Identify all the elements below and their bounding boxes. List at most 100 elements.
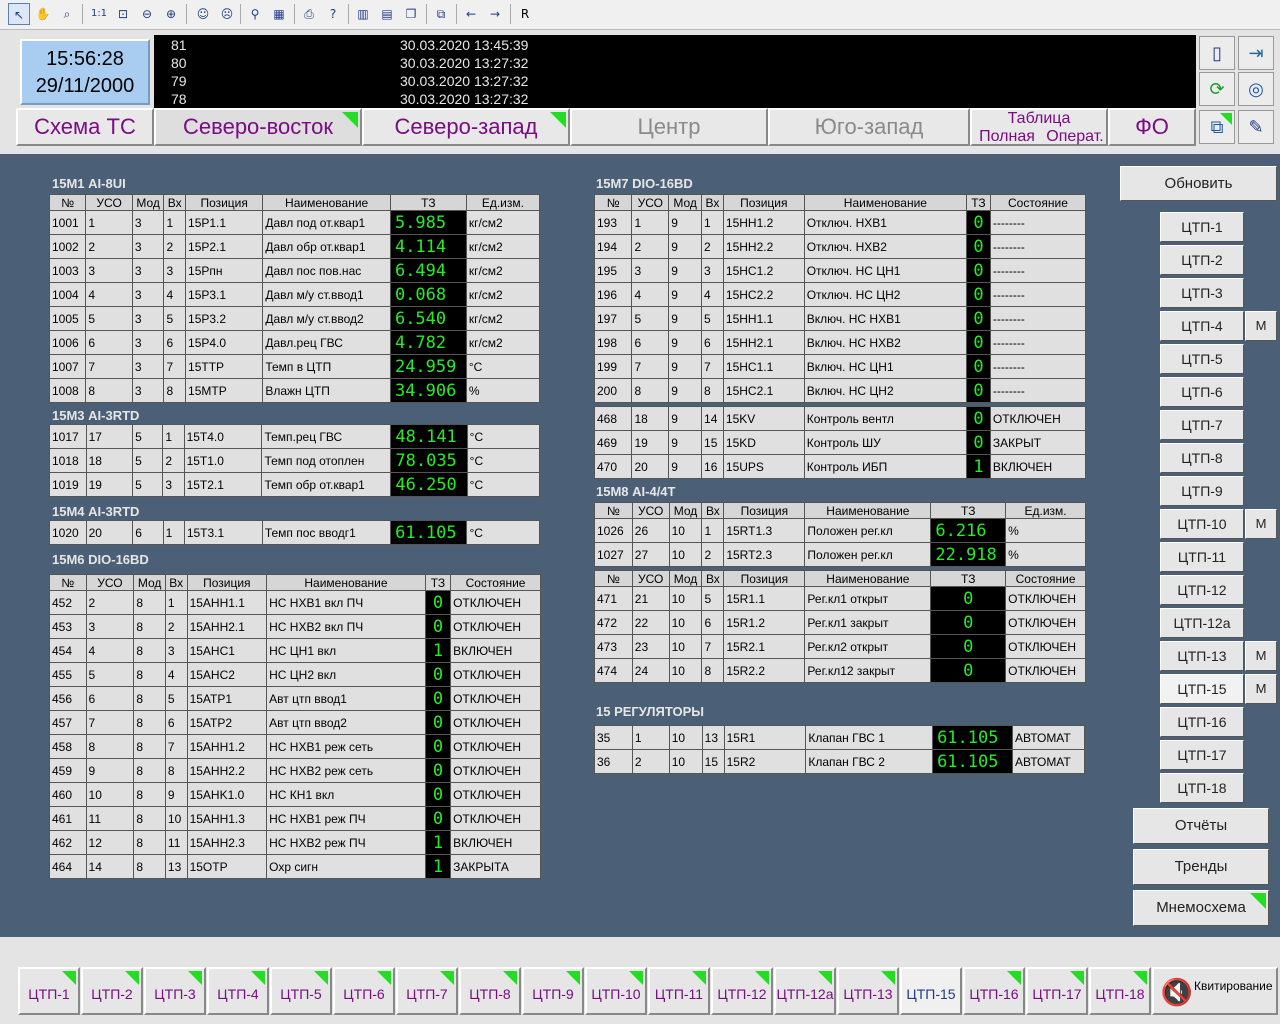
table-row[interactable]: 197 5 9 5 15HH1.1 Включ. НС НХВ1 0 -------- [593, 306, 1087, 331]
windows-icon[interactable]: ⧉ [1199, 110, 1235, 144]
table-row[interactable]: 473 23 10 7 15R2.1 Рег.кл2 открыт 0 ОТКЛЮЧЕН [594, 634, 1086, 659]
user-remove-icon[interactable]: ☹ [216, 3, 238, 25]
bottom-tab-ctp[interactable]: ЦТП-18 [1089, 967, 1151, 1015]
bottom-tab-ctp[interactable]: ЦТП-7 [396, 967, 458, 1015]
table-row[interactable]: 471 21 10 5 15R1.1 Рег.кл1 открыт 0 ОТКЛЮЧЕН [594, 586, 1086, 611]
back-arrow-icon[interactable]: ← [460, 3, 482, 25]
zoom-in-icon[interactable]: ⊕ [160, 3, 182, 25]
bottom-tab-ctp[interactable]: ЦТП-8 [459, 967, 521, 1015]
tab-center[interactable]: Центр [570, 108, 768, 146]
ctp-m-button[interactable]: М [1245, 641, 1277, 671]
tab-fo[interactable]: ФО [1108, 108, 1196, 146]
bottom-tab-ctp[interactable]: ЦТП-6 [333, 967, 395, 1015]
ctp-button[interactable]: ЦТП-12а [1160, 608, 1244, 638]
table-row[interactable]: 1007 7 3 7 15TTP Темп в ЦТП 24.959 °C [48, 354, 541, 379]
bottom-tab-ctp[interactable]: ЦТП-9 [522, 967, 584, 1015]
table-row[interactable]: 457 7 8 6 15ATP2 Авт цтп ввод2 0 ОТКЛЮЧЕН [49, 710, 541, 735]
reports-button[interactable]: Отчёты [1133, 808, 1269, 844]
table-row[interactable]: 453 3 8 2 15AHH2.1 НС НХВ2 вкл ПЧ 0 ОТКЛЮЧЕН [49, 614, 541, 639]
hand-icon[interactable]: ✋ [32, 3, 54, 25]
compass-icon[interactable]: ◎ [1238, 72, 1274, 106]
ctp-button[interactable]: ЦТП-2 [1160, 245, 1244, 275]
table-row[interactable]: 1003 3 3 3 15Pпн Давл пос пов.нас 6.494 кг/см2 [48, 258, 541, 283]
ctp-m-button[interactable]: М [1245, 674, 1277, 704]
ack-button[interactable]: 🔇 Квитирование [1152, 967, 1278, 1015]
table-row[interactable]: 198 6 9 6 15HH2.1 Включ. НС НХВ2 0 -------- [593, 330, 1087, 355]
table-row[interactable]: 458 8 8 7 15AHH1.2 НС НХВ1 реж сеть 0 ОТКЛЮЧЕН [49, 734, 541, 759]
mnemo-button[interactable]: Мнемосхема [1133, 890, 1269, 926]
help-icon[interactable]: ? [322, 3, 344, 25]
user-icon[interactable]: ☺ [192, 3, 214, 25]
table-row[interactable]: 468 18 9 14 15KV Контроль вентл 0 ОТКЛЮЧЕН [593, 406, 1087, 431]
zoom-1-1-icon[interactable]: 1:1 [88, 3, 110, 25]
trends-button[interactable]: Тренды [1133, 849, 1269, 885]
table-row[interactable]: 1001 1 3 1 15P1.1 Давл под от.квар1 5.985 кг/см… [48, 210, 541, 235]
table-row[interactable]: 459 9 8 8 15AHH2.2 НС НХВ2 реж сеть 0 ОТКЛЮЧЕН [49, 758, 541, 783]
table-row[interactable]: 454 4 8 3 15AHC1 НС ЦН1 вкл 1 ВКЛЮЧЕН [49, 638, 541, 663]
tab-schema-ts[interactable]: Схема ТС [16, 108, 154, 146]
log-row[interactable]: 81 30.03.2020 13:45:39 [154, 36, 1196, 54]
r-button[interactable]: R [514, 3, 536, 25]
exit-door-icon[interactable]: ▯ [1199, 36, 1235, 70]
bottom-tab-ctp[interactable]: ЦТП-4 [207, 967, 269, 1015]
magnifier-icon[interactable]: ⌕ [56, 3, 78, 25]
table-row[interactable]: 35 1 10 13 15R1 Клапан ГВС 1 61.105 АВТОМАТ [594, 725, 1086, 750]
table-full-button[interactable]: Полная [974, 128, 1040, 146]
bottom-tab-ctp[interactable]: ЦТП-12а [774, 967, 836, 1015]
ctp-button[interactable]: ЦТП-17 [1160, 740, 1244, 770]
ctp-button[interactable]: ЦТП-9 [1160, 476, 1244, 506]
table-row[interactable]: 200 8 9 8 15HC2.1 Включ. НС ЦН2 0 -------- [593, 378, 1087, 403]
table-row[interactable]: 452 2 8 1 15AHH1.1 НС НХВ1 вкл ПЧ 0 ОТКЛЮЧЕН [49, 590, 541, 615]
table-row[interactable]: 474 24 10 8 15R2.2 Рег.кл12 закрыт 0 ОТКЛЮЧЕН [594, 658, 1086, 683]
table-row[interactable]: 1019 19 5 3 15T2.1 Темп обр от.квар1 46.250 °C [49, 472, 541, 497]
print-icon[interactable]: ⎙ [298, 3, 320, 25]
ctp-button[interactable]: ЦТП-13 [1160, 641, 1244, 671]
forward-arrow-icon[interactable]: → [484, 3, 506, 25]
table-row[interactable]: 194 2 9 2 15HH2.2 Отключ. НХВ2 0 -------- [593, 234, 1087, 259]
ctp-button[interactable]: ЦТП-4 [1160, 311, 1244, 341]
refresh-button[interactable]: Обновить [1120, 166, 1277, 201]
table-row[interactable]: 1002 2 3 2 15P2.1 Давл обр от.квар1 4.114 кг/см… [48, 234, 541, 259]
edit-pencil-icon[interactable]: ✎ [1238, 110, 1274, 144]
bottom-tab-ctp[interactable]: ЦТП-16 [963, 967, 1025, 1015]
bottom-tab-ctp[interactable]: ЦТП-1 [18, 967, 80, 1015]
tab-north-west[interactable]: Северо-запад [362, 108, 570, 146]
table-row[interactable]: 464 14 8 13 15OTP Охр сигн 1 ЗАКРЫТА [49, 854, 541, 879]
ctp-button[interactable]: ЦТП-12 [1160, 575, 1244, 605]
table-row[interactable]: 462 12 8 11 15AHH2.3 НС НХВ2 реж ПЧ 1 ВКЛЮЧЕН [49, 830, 541, 855]
tile-horizontal-icon[interactable]: ▤ [376, 3, 398, 25]
refresh-cycle-icon[interactable]: ⟳ [1199, 72, 1235, 106]
window-edit-icon[interactable]: ⧉ [430, 3, 452, 25]
tile-vertical-icon[interactable]: ▥ [352, 3, 374, 25]
log-row[interactable]: 78 30.03.2020 13:27:32 [154, 90, 1196, 108]
table-row[interactable]: 1026 26 10 1 15RT1.3 Положен рег.кл 6.216% [594, 518, 1086, 543]
table-row[interactable]: 1008 8 3 8 15MTP Влажн ЦТП 34.906% [48, 378, 541, 403]
table-row[interactable]: 1027 27 10 2 15RT2.3 Положен рег.кл 22.918% [594, 542, 1086, 567]
event-log[interactable]: 81 30.03.2020 13:45:39 80 30.03.2020 13:27… [154, 35, 1196, 108]
table-row[interactable]: 1005 5 3 5 15P3.2 Давл м/у ст.ввод2 6.540 кг/см… [48, 306, 541, 331]
table-row[interactable]: 455 5 8 4 15AHC2 НС ЦН2 вкл 0 ОТКЛЮЧЕН [49, 662, 541, 687]
ctp-button[interactable]: ЦТП-1 [1160, 212, 1244, 242]
bottom-tab-ctp[interactable]: ЦТП-3 [144, 967, 206, 1015]
calendar-icon[interactable]: ▦ [268, 3, 290, 25]
table-row[interactable]: 469 19 9 15 15KD Контроль ШУ 0 ЗАКРЫТ [593, 430, 1087, 455]
ctp-button[interactable]: ЦТП-8 [1160, 443, 1244, 473]
login-arrow-icon[interactable]: ⇥ [1238, 36, 1274, 70]
ctp-button[interactable]: ЦТП-16 [1160, 707, 1244, 737]
table-row[interactable]: 472 22 10 6 15R1.2 Рег.кл1 закрыт 0 ОТКЛЮЧЕН [594, 610, 1086, 635]
ctp-m-button[interactable]: М [1245, 509, 1277, 539]
ctp-button[interactable]: ЦТП-6 [1160, 377, 1244, 407]
ctp-button[interactable]: ЦТП-15 [1160, 674, 1244, 704]
ctp-m-button[interactable]: М [1245, 311, 1277, 341]
ctp-button[interactable]: ЦТП-7 [1160, 410, 1244, 440]
table-row[interactable]: 1004 4 3 4 15P3.1 Давл м/у ст.ввод1 0.068 кг/см… [48, 282, 541, 307]
table-row[interactable]: 196 4 9 4 15HC2.2 Отключ. НС ЦН2 0 -------- [593, 282, 1087, 307]
table-row[interactable]: 1017 17 5 1 15T4.0 Темп.рец ГВС 48.141 °C [49, 424, 541, 449]
table-row[interactable]: 36 2 10 15 15R2 Клапан ГВС 2 61.105 АВТОМАТ [594, 749, 1086, 774]
table-row[interactable]: 460 10 8 9 15AHK1.0 НС КН1 вкл 0 ОТКЛЮЧЕН [49, 782, 541, 807]
table-row[interactable]: 456 6 8 5 15ATP1 Авт цтп ввод1 0 ОТКЛЮЧЕН [49, 686, 541, 711]
table-row[interactable]: 470 20 9 16 15UPS Контроль ИБП 1 ВКЛЮЧЕН [593, 454, 1087, 479]
table-oper-button[interactable]: Операт. [1042, 128, 1108, 146]
ctp-button[interactable]: ЦТП-11 [1160, 542, 1244, 572]
ctp-button[interactable]: ЦТП-18 [1160, 773, 1244, 803]
